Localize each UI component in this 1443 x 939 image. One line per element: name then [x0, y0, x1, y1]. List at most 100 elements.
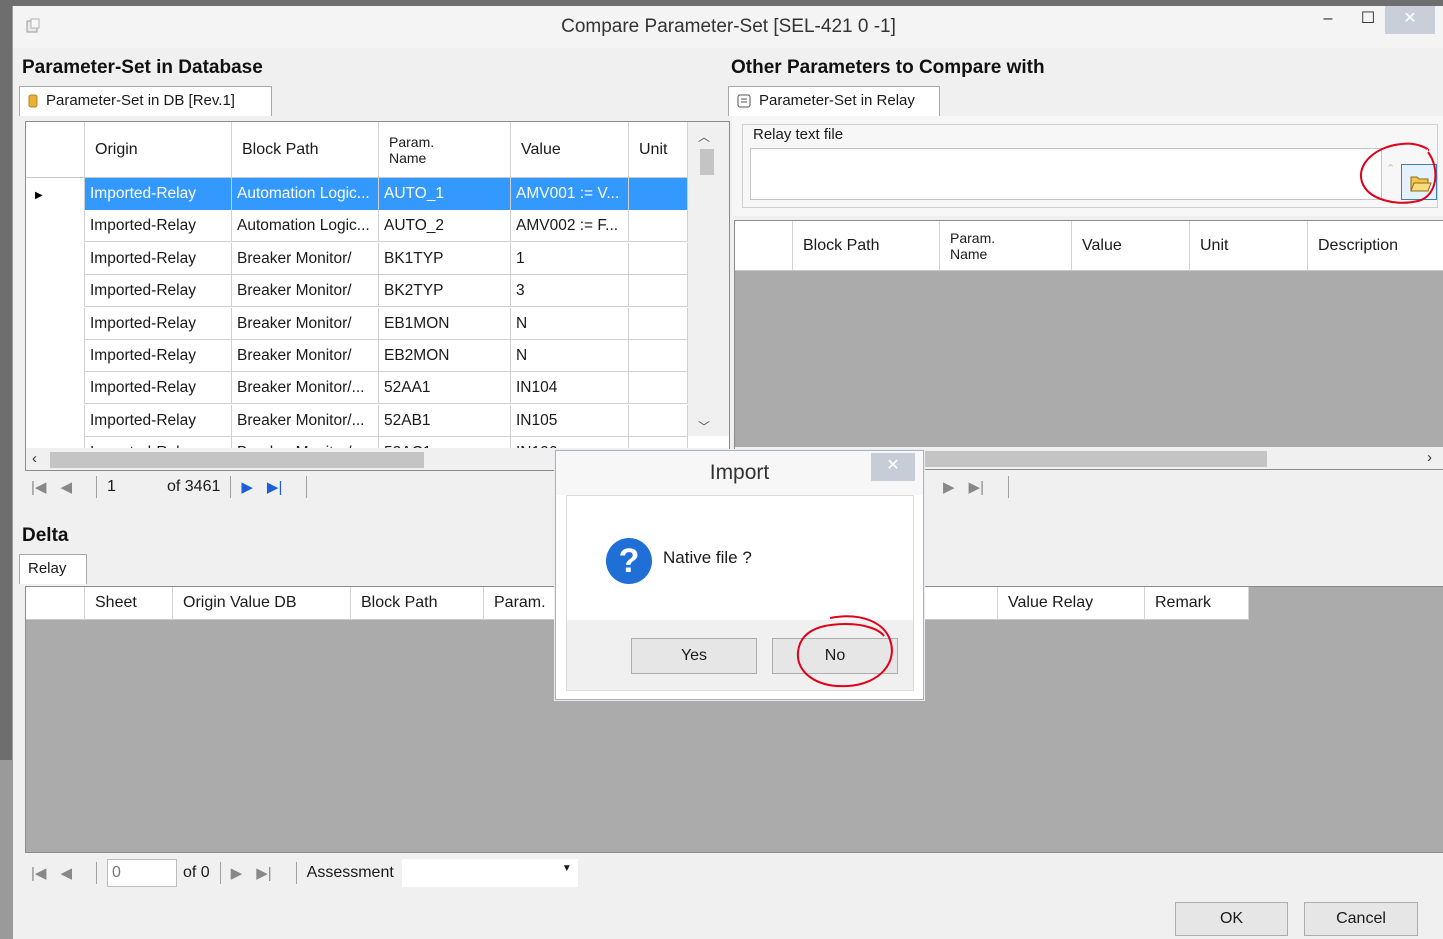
row-header[interactable]	[26, 275, 85, 308]
cell-param-name[interactable]: EB2MON	[379, 340, 511, 372]
tab-parameter-set-db[interactable]: Parameter-Set in DB [Rev.1]	[19, 86, 272, 116]
cell-param-name[interactable]: BK2TYP	[379, 275, 511, 308]
minimize-button[interactable]: –	[1315, 6, 1341, 34]
relay-next-page-icon[interactable]: ▶	[943, 478, 955, 496]
cell-origin[interactable]: Imported-Relay	[85, 178, 232, 210]
cell-origin[interactable]: Imported-Relay	[85, 307, 232, 340]
col-unit[interactable]: Unit	[629, 122, 688, 178]
cell-unit[interactable]	[629, 210, 688, 243]
cell-block-path[interactable]: Breaker Monitor/	[232, 340, 379, 372]
cell-block-path[interactable]: Automation Logic...	[232, 178, 379, 210]
cell-value[interactable]: N	[511, 340, 629, 372]
table-row[interactable]: Imported-Relay Breaker Monitor/EB1MON N	[26, 307, 688, 340]
col-relay-param-name[interactable]: Param. Name	[940, 221, 1072, 271]
col-relay-description[interactable]: Description	[1308, 221, 1443, 271]
col-block-path[interactable]: Block Path	[232, 122, 379, 178]
table-row[interactable]: Imported-Relay Automation Logic... AUTO_2 A…	[26, 210, 688, 243]
delta-pager-current[interactable]: 0	[106, 859, 177, 887]
row-header[interactable]	[26, 242, 85, 275]
cancel-button[interactable]: Cancel	[1304, 902, 1418, 936]
cell-unit[interactable]	[629, 178, 688, 210]
row-header[interactable]	[26, 404, 85, 437]
cell-param-name[interactable]: BK1TYP	[379, 242, 511, 275]
col-origin[interactable]: Origin	[85, 122, 232, 178]
col-value-relay[interactable]: Value Relay	[998, 587, 1145, 620]
tab-parameter-set-relay[interactable]: Parameter-Set in Relay	[728, 86, 940, 116]
yes-button[interactable]: Yes	[631, 638, 757, 674]
scroll-right-icon[interactable]: ›	[1427, 449, 1432, 466]
cell-param-name[interactable]: 52AA1	[379, 372, 511, 405]
cell-value[interactable]: 1	[511, 242, 629, 275]
col-param-name[interactable]: Param. Name	[379, 122, 511, 178]
first-page-icon[interactable]: |◀	[31, 478, 46, 496]
row-header[interactable]	[26, 210, 85, 243]
col-sheet[interactable]: Sheet	[85, 587, 173, 620]
table-row[interactable]: Imported-Relay Breaker Monitor/BK1TYP 1	[26, 242, 688, 275]
delta-last-page-icon[interactable]: ▶|	[256, 864, 271, 882]
next-page-icon[interactable]: ▶	[241, 478, 253, 496]
cell-unit[interactable]	[629, 372, 688, 405]
cell-param-name[interactable]: AUTO_2	[379, 210, 511, 243]
db-pager-current[interactable]: 1	[107, 478, 167, 496]
cell-param-name[interactable]: EB1MON	[379, 307, 511, 340]
table-row[interactable]: Imported-Relay Breaker Monitor/... 52AA1 IN…	[26, 372, 688, 405]
cell-value[interactable]: IN104	[511, 372, 629, 405]
col-remark[interactable]: Remark	[1145, 587, 1249, 620]
col-relay-value[interactable]: Value	[1072, 221, 1190, 271]
table-row[interactable]: Imported-Relay Breaker Monitor/BK2TYP 3	[26, 275, 688, 308]
cell-unit[interactable]	[629, 307, 688, 340]
col-relay-block-path[interactable]: Block Path	[793, 221, 940, 271]
table-row[interactable]: Imported-Relay Breaker Monitor/EB2MON N	[26, 340, 688, 372]
cell-origin[interactable]: Imported-Relay	[85, 340, 232, 372]
row-header[interactable]	[26, 340, 85, 372]
col-delta-block-path[interactable]: Block Path	[351, 587, 484, 620]
scroll-down-icon[interactable]: ﹀	[698, 418, 710, 435]
cell-block-path[interactable]: Automation Logic...	[232, 210, 379, 243]
db-grid-vscrollbar[interactable]: ︿ ﹀	[688, 122, 729, 436]
cell-value[interactable]: 3	[511, 275, 629, 308]
cell-unit[interactable]	[629, 242, 688, 275]
col-value[interactable]: Value	[511, 122, 629, 178]
db-grid-vscroll-thumb[interactable]	[700, 149, 714, 175]
table-row[interactable]: Imported-Relay Breaker Monitor/... 52AB1 IN…	[26, 404, 688, 437]
cell-origin[interactable]: Imported-Relay	[85, 275, 232, 308]
cell-block-path[interactable]: Breaker Monitor/	[232, 307, 379, 340]
close-button[interactable]: ✕	[1385, 6, 1435, 34]
relay-parameter-grid[interactable]: Block Path Param. Name Value Unit Descri…	[734, 220, 1443, 470]
cell-unit[interactable]	[629, 275, 688, 308]
cell-value[interactable]: AMV002 := F...	[511, 210, 629, 243]
table-row[interactable]: ▶ Imported-Relay Automation Logic... AUTO_1…	[26, 178, 688, 210]
relay-text-file-input[interactable]	[750, 148, 1382, 200]
last-page-icon[interactable]: ▶|	[267, 478, 282, 496]
relay-last-page-icon[interactable]: ▶|	[969, 478, 984, 496]
cell-value[interactable]: AMV001 := V...	[511, 178, 629, 210]
cell-block-path[interactable]: Breaker Monitor/...	[232, 372, 379, 405]
scroll-left-icon[interactable]: ‹	[32, 450, 37, 467]
db-parameter-grid[interactable]: Origin Block Path Param. Name Value Unit…	[25, 121, 730, 471]
cell-unit[interactable]	[629, 340, 688, 372]
db-grid-hscroll-thumb[interactable]	[50, 452, 424, 468]
delta-prev-page-icon[interactable]: ◀	[60, 864, 72, 882]
cell-block-path[interactable]: Breaker Monitor/...	[232, 404, 379, 437]
cell-origin[interactable]: Imported-Relay	[85, 242, 232, 275]
delta-next-page-icon[interactable]: ▶	[231, 864, 243, 882]
cell-block-path[interactable]: Breaker Monitor/	[232, 275, 379, 308]
cell-origin[interactable]: Imported-Relay	[85, 210, 232, 243]
cell-param-name[interactable]: AUTO_1	[379, 178, 511, 210]
prev-page-icon[interactable]: ◀	[60, 478, 72, 496]
cell-param-name[interactable]: 52AB1	[379, 404, 511, 437]
col-origin-value-db[interactable]: Origin Value DB	[173, 587, 351, 620]
maximize-button[interactable]: ☐	[1353, 6, 1383, 34]
cell-origin[interactable]: Imported-Relay	[85, 372, 232, 405]
cell-block-path[interactable]: Breaker Monitor/	[232, 242, 379, 275]
scroll-up-icon[interactable]: ︿	[698, 128, 710, 145]
col-relay-unit[interactable]: Unit	[1190, 221, 1308, 271]
assessment-dropdown[interactable]: ▼	[401, 859, 578, 887]
row-header[interactable]	[26, 372, 85, 405]
row-header[interactable]: ▶	[26, 178, 85, 210]
cell-unit[interactable]	[629, 404, 688, 437]
browse-file-button[interactable]	[1401, 164, 1437, 200]
ok-button[interactable]: OK	[1175, 902, 1288, 936]
col-delta-hidden[interactable]	[912, 587, 998, 620]
cell-value[interactable]: N	[511, 307, 629, 340]
